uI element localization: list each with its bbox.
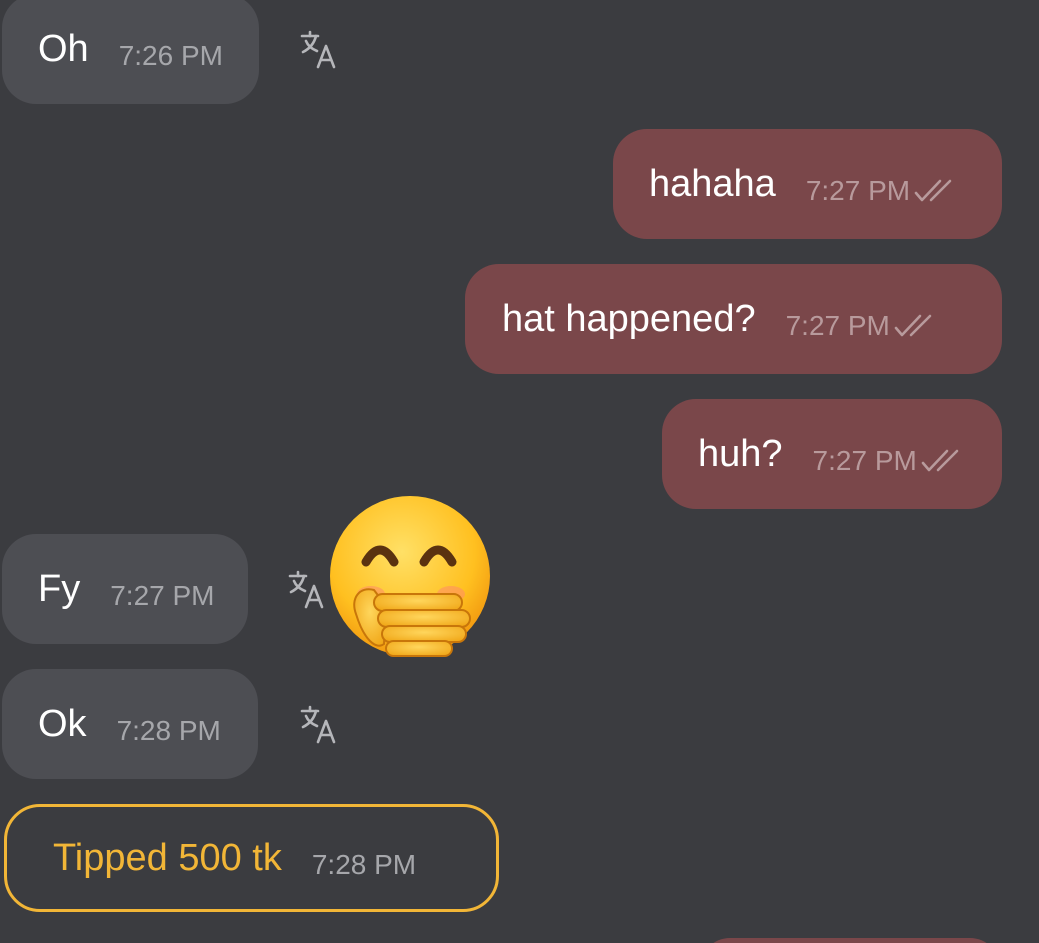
message-text: huh? bbox=[698, 433, 783, 475]
double-check-icon bbox=[914, 179, 952, 202]
double-check-icon bbox=[921, 449, 959, 472]
message-text: hahaha bbox=[649, 163, 776, 205]
double-check-icon bbox=[894, 314, 932, 337]
message-time: 7:26 PM bbox=[118, 40, 223, 71]
outgoing-message-partial[interactable] bbox=[700, 938, 1000, 943]
tip-message[interactable]: Tipped 500 tk 7:28 PM bbox=[4, 804, 499, 912]
outgoing-message[interactable]: hahaha 7:27 PM bbox=[613, 129, 1002, 239]
message-time: 7:27 PM bbox=[785, 310, 890, 341]
message-time: 7:27 PM bbox=[812, 445, 917, 476]
face-with-hand-over-mouth-emoji bbox=[330, 496, 490, 657]
incoming-message[interactable]: Oh 7:26 PM bbox=[2, 0, 259, 104]
message-text: Fy bbox=[38, 568, 81, 610]
incoming-message[interactable]: Ok 7:28 PM bbox=[2, 669, 258, 779]
message-time: 7:27 PM bbox=[110, 580, 215, 611]
outgoing-message[interactable]: hat happened? 7:27 PM bbox=[465, 264, 1002, 374]
message-text: Oh bbox=[38, 28, 89, 70]
tip-text: Tipped 500 tk bbox=[53, 837, 282, 879]
translate-icon[interactable] bbox=[287, 570, 327, 610]
translate-icon[interactable] bbox=[299, 705, 339, 745]
message-text: hat happened? bbox=[502, 298, 756, 340]
tip-time: 7:28 PM bbox=[311, 849, 417, 880]
message-time: 7:28 PM bbox=[116, 715, 221, 746]
message-time: 7:27 PM bbox=[805, 175, 911, 206]
message-text: Ok bbox=[38, 703, 87, 745]
translate-icon[interactable] bbox=[299, 30, 339, 70]
chat-thread: Oh 7:26 PM hahaha 7:27 PM hat happened? … bbox=[0, 0, 1039, 943]
incoming-message[interactable]: Fy 7:27 PM bbox=[2, 534, 248, 644]
outgoing-message[interactable]: huh? 7:27 PM bbox=[662, 399, 1002, 509]
